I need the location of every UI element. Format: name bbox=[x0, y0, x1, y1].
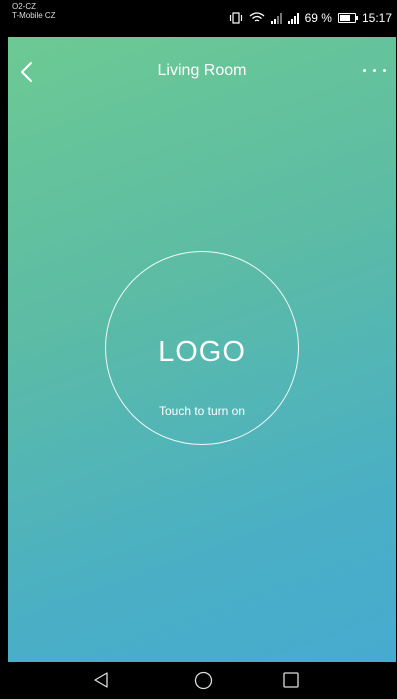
system-navigation-bar bbox=[8, 662, 396, 699]
battery-icon bbox=[337, 13, 358, 23]
app-screen: O2-CZ T-Mobile CZ 69 % 15:17 Living Room… bbox=[8, 0, 396, 699]
triangle-back-icon[interactable] bbox=[92, 671, 110, 694]
carrier-secondary: T-Mobile CZ bbox=[12, 11, 56, 20]
carrier-primary: O2-CZ bbox=[12, 2, 36, 11]
device-logo: LOGO bbox=[158, 336, 246, 368]
page-title: Living Room bbox=[157, 62, 247, 79]
signal-icon-sim1 bbox=[287, 12, 299, 24]
battery-percent: 69 % bbox=[304, 11, 332, 25]
touch-hint: Touch to turn on bbox=[158, 404, 246, 418]
app-header: Living Room bbox=[8, 37, 396, 109]
clock: 15:17 bbox=[361, 11, 392, 25]
vibrate-icon bbox=[229, 12, 242, 24]
more-horizontal-icon[interactable] bbox=[363, 69, 386, 72]
carrier-info: O2-CZ T-Mobile CZ bbox=[12, 2, 56, 20]
signal-icon-sim2 bbox=[270, 12, 282, 24]
square-recents-icon[interactable] bbox=[282, 671, 300, 694]
battery-fill bbox=[339, 15, 350, 21]
power-toggle-button[interactable]: LOGO Touch to turn on bbox=[105, 251, 299, 445]
status-icons: 69 % 15:17 bbox=[229, 6, 392, 30]
wifi-icon bbox=[249, 12, 265, 22]
circle-home-icon[interactable] bbox=[194, 671, 213, 695]
status-bar: O2-CZ T-Mobile CZ 69 % 15:17 bbox=[8, 0, 396, 37]
